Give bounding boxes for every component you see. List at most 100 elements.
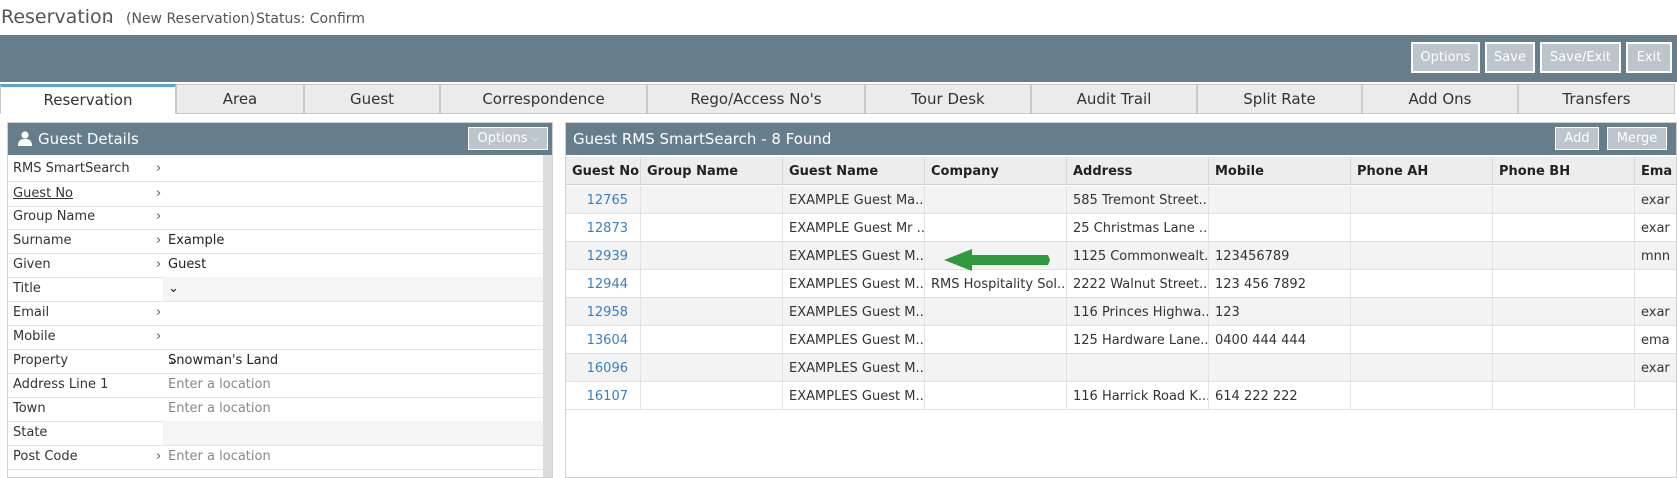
cell-mobile: 0400 444 444 bbox=[1209, 326, 1351, 354]
tab-audit-trail[interactable]: Audit Trail bbox=[1031, 84, 1197, 114]
town-input[interactable]: Enter a location bbox=[163, 397, 543, 421]
column-header[interactable]: Mobile bbox=[1209, 157, 1351, 185]
title-bar: Reservation - (New Reservation) Status: … bbox=[0, 0, 1677, 35]
chevron-right-icon[interactable]: › bbox=[156, 209, 161, 224]
chevron-right-icon[interactable]: › bbox=[156, 449, 161, 464]
given-input[interactable]: Guest bbox=[163, 253, 543, 277]
cell-address bbox=[1067, 354, 1209, 382]
field-given: Given › Guest bbox=[8, 253, 543, 278]
table-row[interactable]: 12958 EXAMPLES Guest M... 116 Princes High… bbox=[566, 298, 1676, 326]
field-label: Group Name bbox=[13, 209, 96, 224]
chevron-right-icon[interactable]: › bbox=[156, 161, 161, 176]
table-row[interactable]: 16096 EXAMPLES Guest M... exar bbox=[566, 354, 1676, 382]
tab-rego-access[interactable]: Rego/Access No's bbox=[647, 84, 865, 114]
scrollbar[interactable] bbox=[543, 155, 552, 477]
group-name-input[interactable] bbox=[163, 205, 543, 229]
chevron-right-icon[interactable]: › bbox=[156, 233, 161, 248]
options-button[interactable]: Options bbox=[1411, 42, 1480, 73]
cell-company bbox=[925, 382, 1067, 410]
guest-no-link[interactable]: 12765 bbox=[566, 186, 641, 214]
column-header[interactable]: Group Name bbox=[641, 157, 783, 185]
field-value: Example bbox=[168, 233, 225, 248]
cell-company: RMS Hospitality Sol... bbox=[925, 270, 1067, 298]
smartsearch-input[interactable] bbox=[163, 157, 543, 181]
field-mobile: Mobile › bbox=[8, 325, 543, 350]
cell-group-name bbox=[641, 242, 783, 270]
guest-no-link[interactable]: 12958 bbox=[566, 298, 641, 326]
chevron-right-icon[interactable]: › bbox=[156, 186, 161, 201]
field-label: Given bbox=[13, 257, 51, 272]
email-input[interactable] bbox=[163, 301, 543, 325]
guest-no-link[interactable]: 16096 bbox=[566, 354, 641, 382]
column-header[interactable]: Address bbox=[1067, 157, 1209, 185]
cell-phone-bh bbox=[1493, 326, 1635, 354]
cell-address: 2222 Walnut Street... bbox=[1067, 270, 1209, 298]
tab-tour-desk[interactable]: Tour Desk bbox=[865, 84, 1031, 114]
chevron-right-icon[interactable]: › bbox=[156, 257, 161, 272]
guest-no-link[interactable]: 12873 bbox=[566, 214, 641, 242]
table-row[interactable]: 12873 EXAMPLE Guest Mr ... 25 Christmas La… bbox=[566, 214, 1676, 242]
table-row[interactable]: 12939 EXAMPLES Guest M... 1125 Commonwealt… bbox=[566, 242, 1676, 270]
surname-input[interactable]: Example bbox=[163, 229, 543, 253]
cell-email: ema bbox=[1641, 332, 1670, 348]
field-label: Email bbox=[13, 305, 50, 320]
field-label: Town bbox=[13, 401, 46, 416]
column-header[interactable]: Company bbox=[925, 157, 1067, 185]
add-button[interactable]: Add bbox=[1555, 127, 1599, 150]
title-select[interactable]: ⌄ bbox=[163, 277, 543, 301]
cell-guest-name: EXAMPLES Guest M... bbox=[783, 326, 925, 354]
chevron-right-icon[interactable]: › bbox=[156, 329, 161, 344]
cell-mobile bbox=[1209, 186, 1351, 214]
guest-no-link[interactable]: 12944 bbox=[566, 270, 641, 298]
tab-area[interactable]: Area bbox=[176, 84, 304, 114]
chevron-right-icon[interactable]: › bbox=[156, 305, 161, 320]
table-row[interactable]: 12765 EXAMPLE Guest Ma... 585 Tremont Stre… bbox=[566, 186, 1676, 214]
table-row[interactable]: 12944 EXAMPLES Guest M... RMS Hospitality … bbox=[566, 270, 1676, 298]
field-label-link[interactable]: Guest No bbox=[13, 186, 73, 201]
cell-address: 116 Harrick Road K... bbox=[1067, 382, 1209, 410]
guest-no-input[interactable] bbox=[163, 182, 543, 206]
tab-transfers[interactable]: Transfers bbox=[1518, 84, 1675, 114]
save-exit-button[interactable]: Save/Exit bbox=[1540, 42, 1621, 73]
column-header[interactable]: Phone AH bbox=[1351, 157, 1493, 185]
column-header[interactable]: Ema bbox=[1635, 157, 1676, 185]
cell-address: 125 Hardware Lane... bbox=[1067, 326, 1209, 354]
mobile-input[interactable] bbox=[163, 325, 543, 349]
state-select[interactable] bbox=[163, 421, 543, 445]
cell-mobile bbox=[1209, 354, 1351, 382]
property-select[interactable]: Snowman's Land ⌄ bbox=[163, 349, 543, 373]
tab-add-ons[interactable]: Add Ons bbox=[1362, 84, 1518, 114]
column-header[interactable]: Guest No bbox=[566, 157, 641, 185]
guest-details-options-button[interactable]: Options ⌵ bbox=[468, 127, 548, 150]
cell-group-name bbox=[641, 382, 783, 410]
column-header[interactable]: Guest Name bbox=[783, 157, 925, 185]
page-subtitle: (New Reservation) bbox=[126, 11, 255, 27]
smartsearch-title: Guest RMS SmartSearch - 8 Found bbox=[573, 130, 832, 148]
cell-address: 1125 Commonwealt... bbox=[1067, 242, 1209, 270]
chevron-down-icon: ⌵ bbox=[531, 133, 539, 144]
merge-button[interactable]: Merge bbox=[1607, 127, 1667, 150]
cell-group-name bbox=[641, 214, 783, 242]
address-line-1-input[interactable]: Enter a location bbox=[163, 373, 543, 397]
guest-no-link[interactable]: 16107 bbox=[566, 382, 641, 410]
cell-email bbox=[1635, 270, 1676, 298]
field-label: RMS SmartSearch bbox=[13, 161, 130, 176]
cell-address: 585 Tremont Street... bbox=[1067, 186, 1209, 214]
cell-address: 116 Princes Highwa... bbox=[1067, 298, 1209, 326]
tab-reservation[interactable]: Reservation bbox=[0, 84, 176, 114]
column-header[interactable]: Phone BH bbox=[1493, 157, 1635, 185]
guest-details-header: Guest Details Options ⌵ bbox=[8, 123, 552, 155]
post-code-input[interactable]: Enter a location bbox=[163, 445, 543, 469]
tab-correspondence[interactable]: Correspondence bbox=[440, 84, 647, 114]
exit-button[interactable]: Exit bbox=[1626, 42, 1672, 73]
tab-guest[interactable]: Guest bbox=[304, 84, 440, 114]
guest-no-link[interactable]: 12939 bbox=[566, 242, 641, 270]
guest-no-link[interactable]: 13604 bbox=[566, 326, 641, 354]
reservation-window: Reservation - (New Reservation) Status: … bbox=[0, 0, 1677, 478]
save-button[interactable]: Save bbox=[1485, 42, 1535, 73]
field-label: Surname bbox=[13, 233, 72, 248]
table-row[interactable]: 16107 EXAMPLES Guest M... 116 Harrick Road… bbox=[566, 382, 1676, 410]
cell-phone-ah bbox=[1351, 298, 1493, 326]
table-row[interactable]: 13604 EXAMPLES Guest M... 125 Hardware Lan… bbox=[566, 326, 1676, 354]
tab-split-rate[interactable]: Split Rate bbox=[1197, 84, 1362, 114]
